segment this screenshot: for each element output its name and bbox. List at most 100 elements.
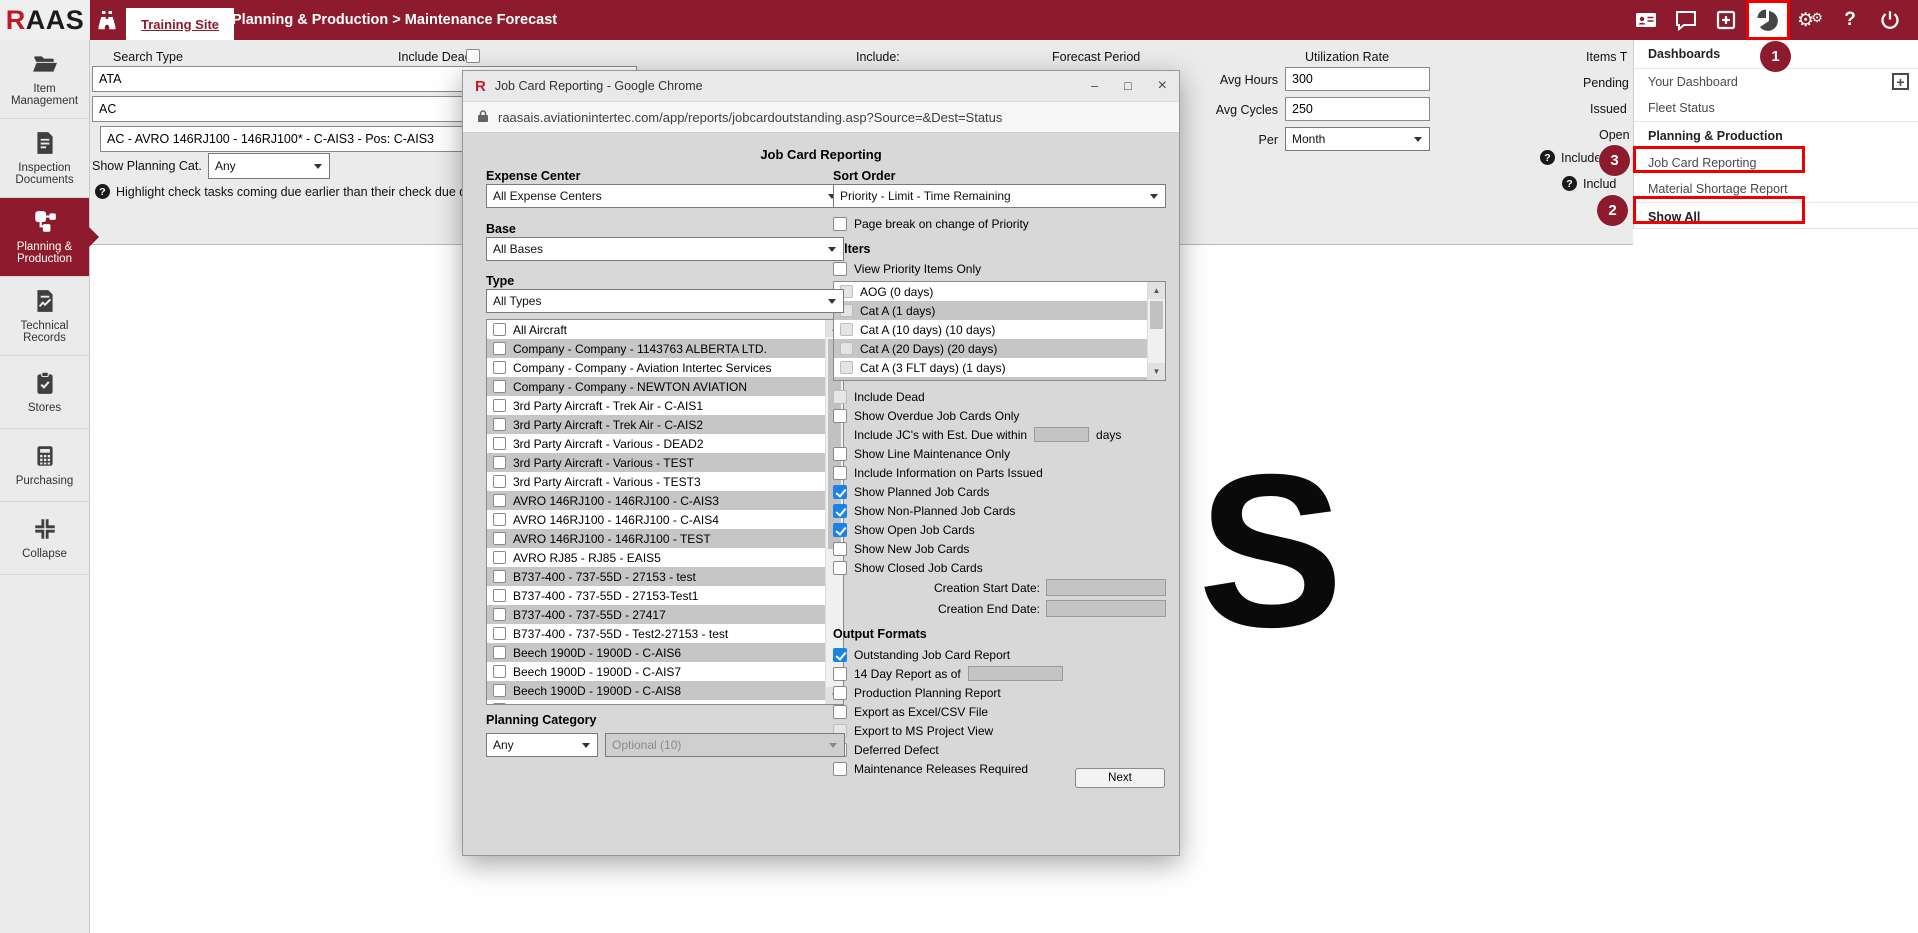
aircraft-row[interactable]: 3rd Party Aircraft - Trek Air - C-AIS1: [487, 396, 843, 415]
aircraft-row[interactable]: Beech 1900D - 1900D - C-AIS7: [487, 662, 843, 681]
filter-checkbox-show-non-planned-job-cards[interactable]: [833, 504, 847, 518]
aircraft-row-checkbox[interactable]: [493, 532, 506, 545]
panel-item-planning-production[interactable]: Planning & Production: [1634, 121, 1918, 150]
minimize-button[interactable]: –: [1091, 79, 1098, 93]
aircraft-row[interactable]: 3rd Party Aircraft - Trek Air - C-AIS2: [487, 415, 843, 434]
aircraft-row-checkbox[interactable]: [493, 361, 506, 374]
aircraft-row[interactable]: AVRO RJ85 - RJ85 - EAIS5: [487, 548, 843, 567]
avg-hours-input[interactable]: [1285, 67, 1430, 91]
add-dashboard-icon[interactable]: +: [1892, 73, 1909, 90]
per-select[interactable]: Month: [1285, 127, 1430, 151]
add-window-icon[interactable]: [1706, 0, 1746, 40]
aircraft-row-checkbox[interactable]: [493, 342, 506, 355]
sidebar-item-technical-records[interactable]: Technical Records: [0, 277, 89, 356]
aircraft-row[interactable]: AVRO 146RJ100 - 146RJ100 - C-AIS3: [487, 491, 843, 510]
priority-row[interactable]: Cat A (3 FLT days) (1 days): [834, 358, 1165, 377]
creation-end-input[interactable]: [1046, 600, 1166, 617]
aircraft-row[interactable]: B737-400 - 737-55D - 27417: [487, 605, 843, 624]
aircraft-row[interactable]: Beech 1900D - 1900D - C-AIS8: [487, 681, 843, 700]
filter-checkbox-show-closed-job-cards[interactable]: [833, 561, 847, 575]
aircraft-row[interactable]: All Aircraft: [487, 320, 843, 339]
priority-row[interactable]: AOG (0 days): [834, 282, 1165, 301]
avg-cycles-input[interactable]: [1285, 97, 1430, 121]
type-select[interactable]: All Types: [486, 289, 844, 313]
scroll-down-icon[interactable]: ▼: [1148, 363, 1165, 380]
aircraft-row-checkbox[interactable]: [493, 513, 506, 526]
aircraft-row[interactable]: [487, 700, 843, 705]
sort-order-select[interactable]: Priority - Limit - Time Remaining: [833, 184, 1166, 208]
aircraft-row-checkbox[interactable]: [493, 456, 506, 469]
aircraft-row[interactable]: 3rd Party Aircraft - Various - TEST3: [487, 472, 843, 491]
aircraft-row-checkbox[interactable]: [493, 380, 506, 393]
priority-row[interactable]: Cat A (1 days): [834, 301, 1165, 320]
aircraft-row[interactable]: B737-400 - 737-55D - 27153-Test1: [487, 586, 843, 605]
output-checkbox-14-day-report-as-of[interactable]: [833, 667, 847, 681]
sidebar-item-stores[interactable]: Stores: [0, 356, 89, 429]
panel-item-material-shortage-report[interactable]: Material Shortage Report: [1634, 176, 1918, 202]
filter-input-include-jc-s-with-est-due-within[interactable]: [1034, 427, 1089, 442]
help-icon[interactable]: ?: [1830, 0, 1870, 40]
base-select[interactable]: All Bases: [486, 237, 844, 261]
maximize-button[interactable]: □: [1124, 79, 1132, 93]
dialog-url-bar[interactable]: raasais.aviationintertec.com/app/reports…: [463, 102, 1179, 133]
planning-category-select[interactable]: Any: [486, 733, 598, 757]
filter-checkbox-show-new-job-cards[interactable]: [833, 542, 847, 556]
aircraft-row-checkbox[interactable]: [493, 551, 506, 564]
next-button[interactable]: Next: [1075, 768, 1165, 788]
expense-center-select[interactable]: All Expense Centers: [486, 184, 844, 208]
output-input-14-day-report-as-of[interactable]: [968, 666, 1063, 681]
chat-icon[interactable]: [1666, 0, 1706, 40]
aircraft-row-checkbox[interactable]: [493, 570, 506, 583]
include-dead-checkbox[interactable]: [466, 49, 480, 63]
filter-checkbox-show-line-maintenance-only[interactable]: [833, 447, 847, 461]
aircraft-row-checkbox[interactable]: [493, 323, 506, 336]
user-card-icon[interactable]: [1626, 0, 1666, 40]
output-checkbox-maintenance-releases-required[interactable]: [833, 762, 847, 776]
aircraft-row-checkbox[interactable]: [493, 608, 506, 621]
sidebar-item-planning-production[interactable]: Planning & Production: [0, 198, 89, 277]
sidebar-item-inspection-documents[interactable]: Inspection Documents: [0, 119, 89, 198]
planning-cat-select[interactable]: Any: [208, 153, 330, 179]
priority-scrollbar[interactable]: ▲ ▼: [1147, 282, 1165, 380]
creation-start-input[interactable]: [1046, 579, 1166, 596]
aircraft-row-checkbox[interactable]: [493, 646, 506, 659]
output-checkbox-production-planning-report[interactable]: [833, 686, 847, 700]
aircraft-row-checkbox[interactable]: [493, 589, 506, 602]
close-button[interactable]: ×: [1158, 77, 1167, 95]
aircraft-row-checkbox[interactable]: [493, 684, 506, 697]
aircraft-row[interactable]: Company - Company - Aviation Intertec Se…: [487, 358, 843, 377]
aircraft-row-checkbox[interactable]: [493, 665, 506, 678]
settings-gears-icon[interactable]: ⚙⚙: [1790, 0, 1830, 40]
priority-row[interactable]: Cat A (30 Days) (30 days): [834, 377, 1165, 381]
priority-row[interactable]: Cat A (20 Days) (20 days): [834, 339, 1165, 358]
filter-checkbox-show-overdue-job-cards-only[interactable]: [833, 409, 847, 423]
aircraft-row[interactable]: AVRO 146RJ100 - 146RJ100 - C-AIS4: [487, 510, 843, 529]
output-checkbox-export-as-excel-csv-file[interactable]: [833, 705, 847, 719]
panel-item-job-card-reporting[interactable]: Job Card Reporting: [1634, 150, 1918, 176]
aircraft-row[interactable]: Company - Company - 1143763 ALBERTA LTD.: [487, 339, 843, 358]
aircraft-row[interactable]: AVRO 146RJ100 - 146RJ100 - TEST: [487, 529, 843, 548]
sidebar-item-collapse[interactable]: Collapse: [0, 502, 89, 575]
aircraft-row[interactable]: B737-400 - 737-55D - 27153 - test: [487, 567, 843, 586]
aircraft-row-checkbox[interactable]: [493, 475, 506, 488]
aircraft-row-checkbox[interactable]: [493, 399, 506, 412]
aircraft-row[interactable]: 3rd Party Aircraft - Various - DEAD2: [487, 434, 843, 453]
priority-row[interactable]: Cat A (10 days) (10 days): [834, 320, 1165, 339]
aircraft-row-checkbox[interactable]: [493, 703, 506, 705]
panel-item-show-all[interactable]: Show All: [1634, 202, 1918, 231]
view-priority-checkbox[interactable]: [833, 262, 847, 276]
filter-checkbox-show-planned-job-cards[interactable]: [833, 485, 847, 499]
aircraft-row-checkbox[interactable]: [493, 494, 506, 507]
aircraft-row[interactable]: B737-400 - 737-55D - Test2-27153 - test: [487, 624, 843, 643]
output-checkbox-outstanding-job-card-report[interactable]: [833, 648, 847, 662]
filter-checkbox-show-open-job-cards[interactable]: [833, 523, 847, 537]
filter-checkbox-include-information-on-parts-issued[interactable]: [833, 466, 847, 480]
power-icon[interactable]: [1870, 0, 1910, 40]
aircraft-row-checkbox[interactable]: [493, 437, 506, 450]
aircraft-row[interactable]: 3rd Party Aircraft - Various - TEST: [487, 453, 843, 472]
scrollbar-thumb[interactable]: [1150, 301, 1163, 329]
aircraft-row-checkbox[interactable]: [493, 627, 506, 640]
aircraft-row-checkbox[interactable]: [493, 418, 506, 431]
panel-item-your-dashboard[interactable]: Your Dashboard+: [1634, 69, 1918, 95]
aircraft-row[interactable]: Company - Company - NEWTON AVIATION: [487, 377, 843, 396]
